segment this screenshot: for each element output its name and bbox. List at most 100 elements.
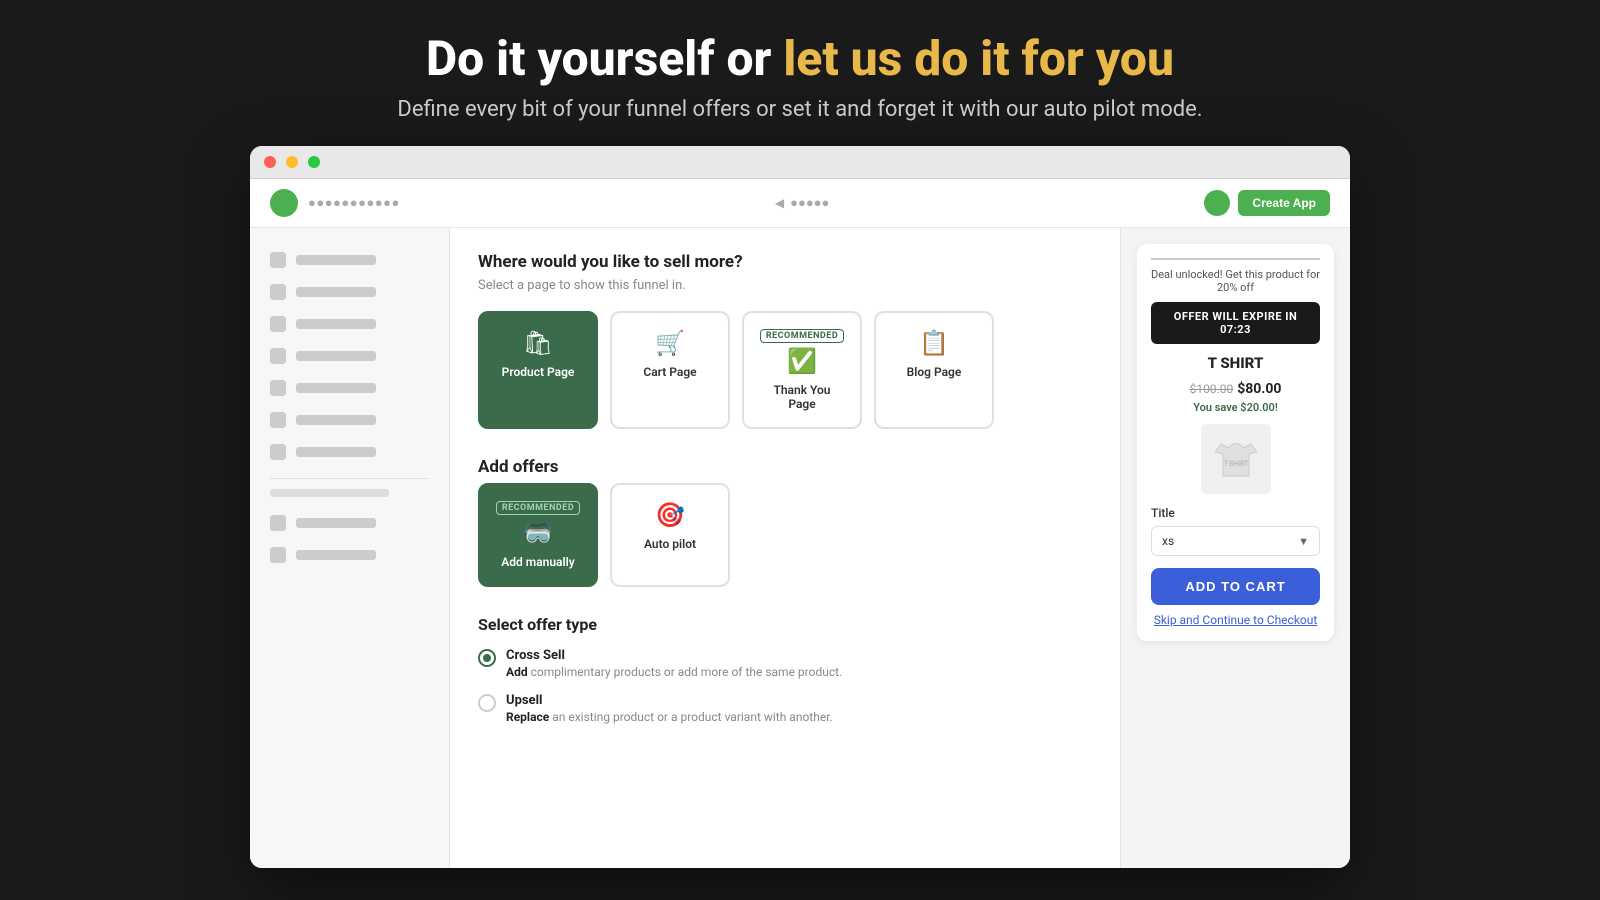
- sidebar-label-customers: [296, 351, 376, 361]
- preview-deal-text: Deal unlocked! Get this product for 20% …: [1151, 258, 1320, 294]
- discounts-icon: [270, 412, 286, 428]
- preview-pricing: $100.00 $80.00: [1151, 378, 1320, 397]
- hero-subtitle: Define every bit of your funnel offers o…: [397, 97, 1202, 122]
- upsell-desc-text: an existing product or a product variant…: [552, 710, 832, 724]
- app-header: ●●●●●●●●●●● ◀ ●●●●● Create App: [250, 179, 1350, 228]
- preview-card: Deal unlocked! Get this product for 20% …: [1137, 244, 1334, 641]
- blog-page-label: Blog Page: [907, 365, 962, 379]
- upsell-text: Upsell Replace an existing product or a …: [506, 693, 833, 724]
- recommended-badge-thankyou: RECOMMENDED: [760, 329, 844, 343]
- browser-bar: [250, 146, 1350, 179]
- create-app-button[interactable]: Create App: [1238, 190, 1330, 216]
- add-manually-icon: 🥽: [523, 519, 553, 547]
- recommended-badge-manually: RECOMMENDED: [496, 501, 580, 515]
- upsell-label: Upsell: [506, 693, 833, 708]
- autopilot-icon: 🎯: [655, 501, 685, 529]
- preview-select-container: xs ▼: [1151, 526, 1320, 556]
- sidebar-item-apps[interactable]: [250, 436, 449, 468]
- sidebar-label-online-store: [296, 518, 376, 528]
- cart-page-icon: 🛒: [655, 329, 685, 357]
- browser-dot-yellow: [286, 156, 298, 168]
- sidebar-divider: [270, 478, 429, 479]
- browser-dot-red: [264, 156, 276, 168]
- main-content: Where would you like to sell more? Selec…: [450, 228, 1120, 868]
- sidebar-label-home: [296, 255, 376, 265]
- add-manually-label: Add manually: [501, 555, 574, 569]
- preview-offer-banner: OFFER WILL EXPIRE IN 07:23: [1151, 302, 1320, 344]
- select-offer-type-title: Select offer type: [478, 615, 1092, 634]
- autopilot-label: Auto pilot: [644, 537, 696, 551]
- preview-original-price: $100.00: [1190, 382, 1234, 396]
- cross-sell-text: Cross Sell Add complimentary products or…: [506, 648, 842, 679]
- sidebar-item-customers[interactable]: [250, 340, 449, 372]
- add-offers-title: Add offers: [478, 457, 1092, 477]
- cross-sell-radio[interactable]: [478, 649, 496, 667]
- sidebar-item-discounts[interactable]: [250, 404, 449, 436]
- svg-text:T-SHIRT: T-SHIRT: [1223, 460, 1248, 468]
- preview-product-name: T SHIRT: [1151, 354, 1320, 372]
- sidebar-item-pos[interactable]: [250, 539, 449, 571]
- where-to-sell-subtitle: Select a page to show this funnel in.: [478, 278, 1092, 293]
- app-header-nav: ◀ ●●●●●: [775, 195, 830, 211]
- sidebar: [250, 228, 450, 868]
- page-type-cards: 🛍 Product Page 🛒 Cart Page RECOMMENDED ✅…: [478, 311, 1092, 429]
- page-card-blog[interactable]: 📋 Blog Page: [874, 311, 994, 429]
- online-store-icon: [270, 515, 286, 531]
- thankyou-page-icon: ✅: [787, 347, 817, 375]
- page-card-thankyou[interactable]: RECOMMENDED ✅ Thank You Page: [742, 311, 862, 429]
- app-logo-text: ●●●●●●●●●●●: [308, 195, 400, 211]
- where-to-sell-title: Where would you like to sell more?: [478, 252, 1092, 272]
- offer-type-cards: RECOMMENDED 🥽 Add manually 🎯 Auto pilot: [478, 483, 1092, 587]
- products-icon: [270, 316, 286, 332]
- upsell-desc: Replace an existing product or a product…: [506, 710, 833, 724]
- skip-checkout-link[interactable]: Skip and Continue to Checkout: [1151, 613, 1320, 627]
- pos-icon: [270, 547, 286, 563]
- page-card-product[interactable]: 🛍 Product Page: [478, 311, 598, 429]
- sidebar-label-analytics: [296, 383, 376, 393]
- browser-content: Where would you like to sell more? Selec…: [250, 228, 1350, 868]
- product-page-icon: 🛍: [523, 329, 553, 357]
- thankyou-page-label: Thank You Page: [760, 383, 844, 411]
- upsell-radio[interactable]: [478, 694, 496, 712]
- cross-sell-label: Cross Sell: [506, 648, 842, 663]
- browser-window: ●●●●●●●●●●● ◀ ●●●●● Create App: [250, 146, 1350, 868]
- add-to-cart-button[interactable]: ADD TO CART: [1151, 568, 1320, 605]
- analytics-icon: [270, 380, 286, 396]
- sidebar-item-analytics[interactable]: [250, 372, 449, 404]
- page-card-cart[interactable]: 🛒 Cart Page: [610, 311, 730, 429]
- cross-sell-desc: Add complimentary products or add more o…: [506, 665, 842, 679]
- sidebar-item-products[interactable]: [250, 308, 449, 340]
- preview-size-select[interactable]: xs ▼: [1151, 526, 1320, 556]
- create-app-label: Create App: [1252, 196, 1316, 210]
- hero-section: Do it yourself or let us do it for you D…: [397, 30, 1202, 122]
- browser-dot-green: [308, 156, 320, 168]
- customers-icon: [270, 348, 286, 364]
- sidebar-item-orders[interactable]: [250, 276, 449, 308]
- cart-page-label: Cart Page: [643, 365, 696, 379]
- chevron-down-icon: ▼: [1298, 535, 1309, 548]
- cross-sell-prefix: Add: [506, 665, 528, 679]
- preview-panel: Deal unlocked! Get this product for 20% …: [1120, 228, 1350, 868]
- hero-title-highlight: let us do it for you: [783, 30, 1174, 87]
- cross-sell-option[interactable]: Cross Sell Add complimentary products or…: [478, 648, 1092, 679]
- hero-title-part1: Do it yourself or: [426, 30, 783, 87]
- preview-sale-price: $80.00: [1237, 381, 1281, 397]
- apps-icon: [270, 444, 286, 460]
- offer-card-manually[interactable]: RECOMMENDED 🥽 Add manually: [478, 483, 598, 587]
- app-action-circle: [1204, 190, 1230, 216]
- nav-icon: ◀: [775, 196, 784, 210]
- sidebar-item-online-store[interactable]: [250, 507, 449, 539]
- preview-product-image-container: T-SHIRT: [1151, 424, 1320, 494]
- cross-sell-desc-text: complimentary products or add more of th…: [531, 665, 843, 679]
- upsell-option[interactable]: Upsell Replace an existing product or a …: [478, 693, 1092, 724]
- preview-select-value: xs: [1162, 534, 1174, 548]
- sidebar-label-pos: [296, 550, 376, 560]
- blog-page-icon: 📋: [919, 329, 949, 357]
- offer-card-autopilot[interactable]: 🎯 Auto pilot: [610, 483, 730, 587]
- sidebar-label-discounts: [296, 415, 376, 425]
- where-to-sell-section: Where would you like to sell more? Selec…: [478, 252, 1092, 429]
- app-logo-icon: [270, 189, 298, 217]
- sidebar-label-apps: [296, 447, 376, 457]
- sidebar-item-home[interactable]: [250, 244, 449, 276]
- sidebar-label-orders: [296, 287, 376, 297]
